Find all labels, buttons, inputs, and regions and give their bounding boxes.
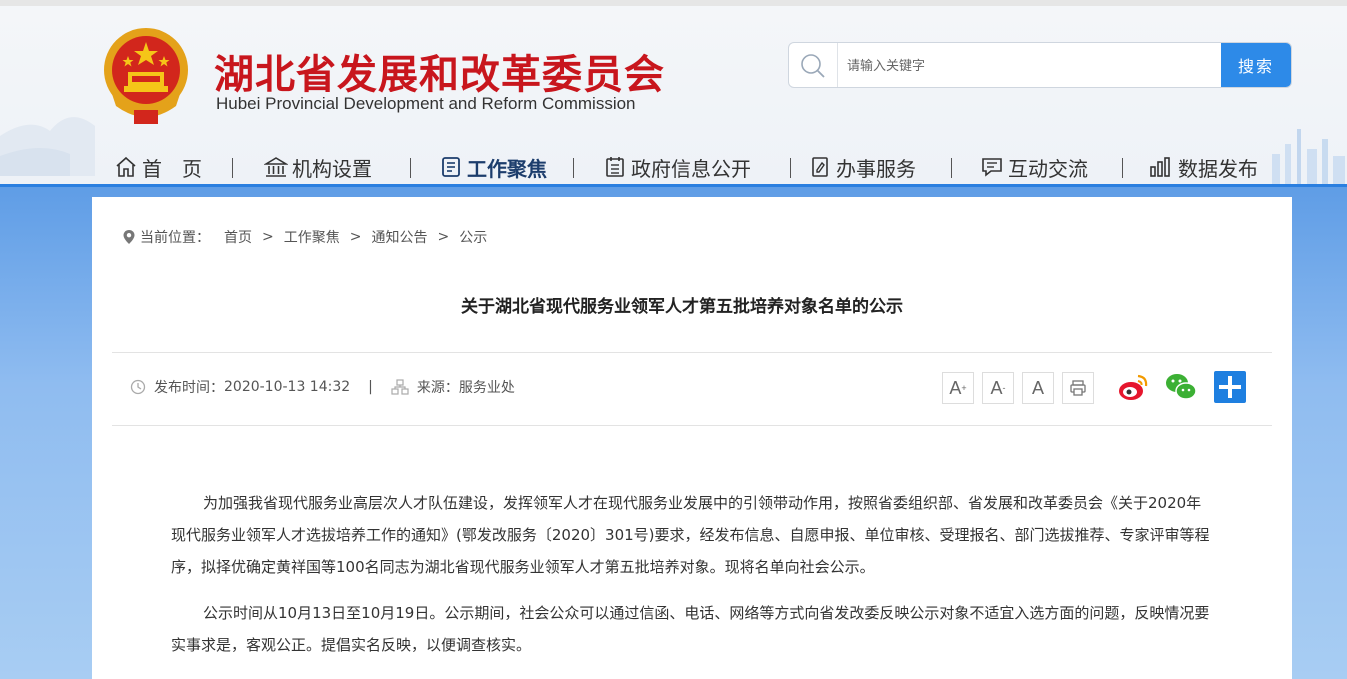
breadcrumb-separator: >	[349, 229, 362, 245]
font-decrease-sup: -	[1002, 383, 1006, 393]
wechat-share-icon[interactable]	[1164, 370, 1198, 404]
article-meta: 发布时间： 2020-10-13 14:32 | 来源： 服务业处	[130, 377, 515, 397]
article-title: 关于湖北省现代服务业领军人才第五批培养对象名单的公示	[461, 297, 903, 317]
site-title: 湖北省发展和改革委员会	[214, 52, 665, 98]
nav-item-home[interactable]: 首 页	[114, 146, 202, 184]
font-increase-label: A	[949, 377, 962, 398]
nav-item-gov-info[interactable]: 政府信息公开	[603, 146, 751, 184]
publish-time: 2020-10-13 14:32	[224, 379, 351, 395]
search-box: 搜索	[788, 42, 1292, 88]
nav-item-label: 数据发布	[1178, 156, 1258, 181]
search-divider	[837, 43, 838, 87]
breadcrumb-home[interactable]: 首页	[224, 227, 252, 247]
font-decrease-label: A	[990, 377, 1003, 398]
location-pin-icon	[123, 230, 135, 244]
nav-separator	[1122, 158, 1123, 178]
bar-chart-icon	[1150, 157, 1170, 177]
site-header: 湖北省发展和改革委员会 Hubei Provincial Development…	[0, 6, 1347, 184]
nav-item-label: 办事服务	[836, 156, 916, 181]
nav-separator	[232, 158, 233, 178]
nav-separator	[410, 158, 411, 178]
nav-item-services[interactable]: 办事服务	[808, 146, 916, 184]
site-subtitle: Hubei Provincial Development and Reform …	[216, 94, 636, 113]
divider	[112, 352, 1272, 353]
clock-icon	[130, 379, 146, 395]
search-button[interactable]: 搜索	[1221, 43, 1291, 87]
skyline-decoration	[1272, 129, 1345, 184]
meta-separator: |	[368, 379, 373, 395]
nav-separator	[790, 158, 791, 178]
nav-item-institution[interactable]: 机构设置	[264, 146, 372, 184]
font-increase-sup: +	[961, 383, 967, 393]
breadcrumb-notices[interactable]: 通知公告	[371, 227, 427, 247]
source-label: 来源：	[416, 380, 459, 396]
nav-item-label: 互动交流	[1008, 156, 1088, 181]
chat-icon	[982, 158, 1002, 177]
article-paragraph: 公示时间从10月13日至10月19日。公示期间，社会公众可以通过信函、电话、网络…	[171, 604, 1210, 654]
nav-item-label: 工作聚焦	[467, 156, 547, 181]
breadcrumb: 当前位置： 首页 > 工作聚焦 > 通知公告 > 公示	[122, 227, 487, 247]
breadcrumb-publicity[interactable]: 公示	[459, 227, 487, 247]
font-increase-button[interactable]: A +	[942, 372, 974, 404]
article-panel: 当前位置： 首页 > 工作聚焦 > 通知公告 > 公示 关于湖北省现代服务业领军…	[92, 197, 1292, 679]
breadcrumb-prefix: 当前位置：	[140, 230, 210, 246]
nav-separator	[951, 158, 952, 178]
more-share-icon[interactable]	[1213, 370, 1247, 404]
print-button[interactable]	[1062, 372, 1094, 404]
home-icon	[116, 156, 136, 177]
calendar-icon	[606, 157, 624, 177]
nav-item-interaction[interactable]: 互动交流	[980, 146, 1088, 184]
document-icon	[442, 157, 460, 177]
nav-separator	[573, 158, 574, 178]
publish-time-label: 发布时间：	[154, 380, 224, 396]
font-reset-label: A	[1031, 377, 1044, 398]
nav-item-label: 首 页	[142, 156, 202, 181]
weibo-share-icon[interactable]	[1116, 370, 1150, 404]
edit-icon	[812, 157, 828, 177]
nav-item-label: 政府信息公开	[631, 156, 751, 181]
national-emblem-logo	[104, 28, 188, 124]
breadcrumb-separator: >	[437, 229, 450, 245]
search-icon	[801, 54, 825, 78]
article-paragraph: 为加强我省现代服务业高层次人才队伍建设，发挥领军人才在现代服务业发展中的引领带动…	[171, 494, 1210, 576]
font-reset-button[interactable]: A	[1022, 372, 1054, 404]
main-nav: 首 页 机构设置 工作聚焦 政府信息公开 办事服务 互动交流 数据发布	[114, 146, 1274, 184]
nav-item-work-focus[interactable]: 工作聚焦	[439, 146, 547, 184]
breadcrumb-work-focus[interactable]: 工作聚焦	[284, 227, 340, 247]
institution-icon	[264, 157, 288, 177]
search-input[interactable]	[847, 53, 1217, 77]
divider	[112, 425, 1272, 426]
source-value: 服务业处	[458, 380, 515, 396]
print-icon	[1070, 380, 1086, 396]
font-decrease-button[interactable]: A-	[982, 372, 1014, 404]
breadcrumb-separator: >	[262, 229, 274, 245]
source-icon	[391, 379, 409, 395]
nav-item-label: 机构设置	[292, 156, 372, 181]
article-body: 为加强我省现代服务业高层次人才队伍建设，发挥领军人才在现代服务业发展中的引领带动…	[171, 487, 1213, 675]
nav-item-data-release[interactable]: 数据发布	[1148, 146, 1258, 184]
